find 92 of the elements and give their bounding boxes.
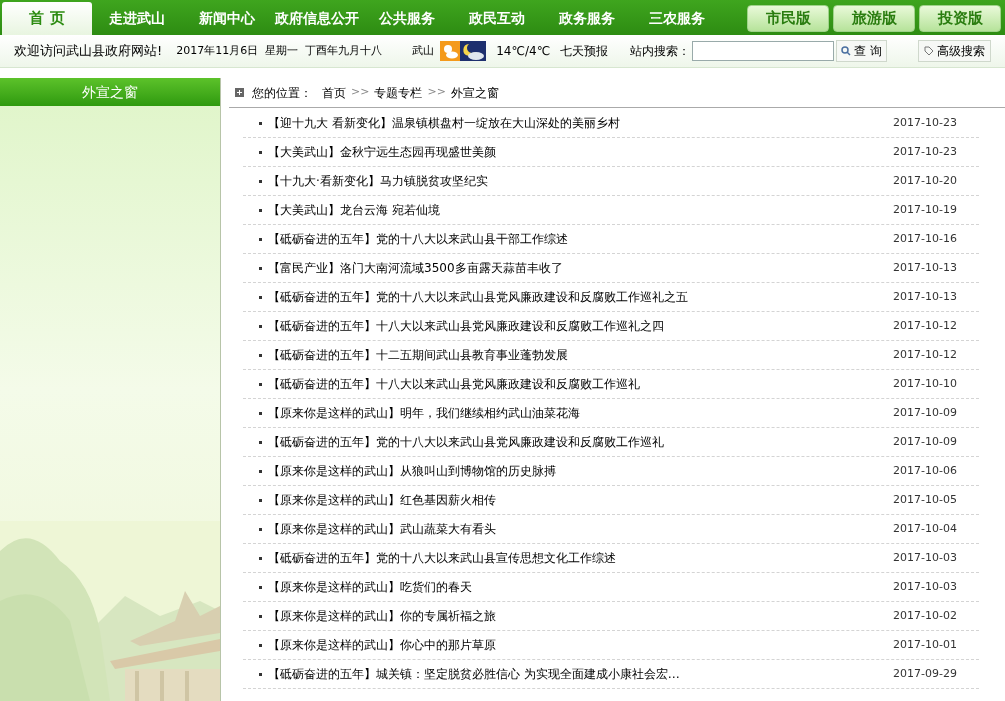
article-link[interactable]: 【原来你是这样的武山】吃货们的春天 [268,578,472,596]
nav-tab[interactable]: 政府信息公开 [272,2,362,35]
article-date: 2017-10-09 [893,433,957,450]
article-link[interactable]: 【富民产业】洛门大南河流域3500多亩露天蒜苗丰收了 [268,259,563,277]
breadcrumb-label: 您的位置： [252,84,312,102]
bullet-icon [259,237,262,241]
article-link[interactable]: 【砥砺奋进的五年】党的十八大以来武山县干部工作综述 [268,230,568,248]
bullet-icon [259,585,262,589]
article-date: 2017-10-03 [893,578,957,595]
version-button[interactable]: 旅游版 [833,5,915,32]
article-link[interactable]: 【砥砺奋进的五年】十八大以来武山县党风廉政建设和反腐败工作巡礼 [268,375,640,393]
partly-sunny-icon [440,41,461,61]
nav-tab[interactable]: 政务服务 [542,2,632,35]
article-date: 2017-10-10 [893,375,957,392]
article-link[interactable]: 【迎十九大 看新变化】温泉镇棋盘村一绽放在大山深处的美丽乡村 [268,114,620,132]
article-link[interactable]: 【原来你是这样的武山】红色基因薪火相传 [268,491,496,509]
bullet-icon [259,556,262,560]
bullet-icon [259,672,262,676]
bullet-icon [259,295,262,299]
article-date: 2017-10-12 [893,346,957,363]
article-link[interactable]: 【十九大·看新变化】马力镇脱贫攻坚纪实 [268,172,488,190]
article-date: 2017-10-19 [893,201,957,218]
article-link[interactable]: 【原来你是这样的武山】你的专属祈福之旅 [268,607,496,625]
breadcrumb-separator: >> [427,84,446,101]
bullet-icon [259,179,262,183]
breadcrumb-link[interactable]: 外宣之窗 [450,83,499,102]
bullet-icon [259,324,262,328]
article-link[interactable]: 【大美武山】龙台云海 宛若仙境 [268,201,440,219]
article-date: 2017-10-23 [893,143,957,160]
forecast-link[interactable]: 七天预报 [560,42,609,60]
nav-tab[interactable]: 政民互动 [452,2,542,35]
nav-tab[interactable]: 首 页 [2,2,92,35]
bullet-icon [259,382,262,386]
bullet-icon [259,411,262,415]
version-button[interactable]: 市民版 [747,5,829,32]
article-link[interactable]: 【原来你是这样的武山】从狼叫山到博物馆的历史脉搏 [268,462,556,480]
bullet-icon [259,469,262,473]
night-cloudy-icon [460,41,487,61]
advanced-search-button[interactable]: 高级搜索 [918,40,991,62]
welcome-text: 欢迎访问武山县政府网站! [14,42,163,61]
article-link[interactable]: 【大美武山】金秋宁远生态园再现盛世美颜 [268,143,496,161]
bullet-icon [259,208,262,212]
nav-tab[interactable]: 公共服务 [362,2,452,35]
search-label: 站内搜索： [630,43,691,60]
article-link[interactable]: 【砥砺奋进的五年】城关镇：坚定脱贫必胜信心 为实现全面建成小康社会宏… [268,665,680,683]
article-date: 2017-10-01 [893,636,957,653]
breadcrumb-separator: >> [351,84,370,101]
bullet-icon [259,121,262,125]
nav-tab[interactable]: 三农服务 [632,2,722,35]
article-date: 2017-10-13 [893,288,957,305]
article-date: 2017-10-12 [893,317,957,334]
article-date: 2017-10-20 [893,172,957,189]
search-icon [841,46,852,56]
article-link[interactable]: 【砥砺奋进的五年】十二五期间武山县教育事业蓬勃发展 [268,346,568,364]
article-date: 2017-10-04 [893,520,957,537]
article-date: 2017-10-23 [893,114,957,131]
tag-icon [924,46,934,56]
bullet-icon [259,440,262,444]
bullet-icon [259,527,262,531]
article-link[interactable]: 【原来你是这样的武山】明年，我们继续相约武山油菜花海 [268,404,580,422]
article-date: 2017-10-06 [893,462,957,479]
search-field[interactable] [692,41,835,61]
article-link[interactable]: 【砥砺奋进的五年】党的十八大以来武山县宣传思想文化工作综述 [268,549,616,567]
article-date: 2017-10-05 [893,491,957,508]
article-date: 2017-10-13 [893,259,957,276]
date-text: 2017年11月6日 星期一 丁酉年九月十八 [176,42,383,59]
article-link[interactable]: 【原来你是这样的武山】你心中的那片草原 [268,636,496,654]
bullet-icon [259,614,262,618]
article-date: 2017-09-29 [893,665,957,682]
city-label: 武山 [412,42,435,59]
nav-tab[interactable]: 走进武山 [92,2,182,35]
breadcrumb-link[interactable]: 专题专栏 [374,83,423,102]
nav-tab[interactable]: 新闻中心 [182,2,272,35]
article-link[interactable]: 【砥砺奋进的五年】十八大以来武山县党风廉政建设和反腐败工作巡礼之四 [268,317,664,335]
article-date: 2017-10-02 [893,607,957,624]
article-date: 2017-10-16 [893,230,957,247]
version-button[interactable]: 投资版 [919,5,1001,32]
article-link[interactable]: 【砥砺奋进的五年】党的十八大以来武山县党风廉政建设和反腐败工作巡礼 [268,433,664,451]
search-button[interactable]: 查 询 [836,40,887,62]
sidebar-title: 外宣之窗 [0,78,220,106]
breadcrumb-link[interactable]: 首页 [322,83,346,102]
plus-square-icon [235,88,244,97]
temperature-text: 14℃/4℃ [496,43,551,60]
bullet-icon [259,498,262,502]
article-date: 2017-10-03 [893,549,957,566]
article-link[interactable]: 【原来你是这样的武山】武山蔬菜大有看头 [268,520,496,538]
bullet-icon [259,266,262,270]
bullet-icon [259,643,262,647]
article-date: 2017-10-09 [893,404,957,421]
bullet-icon [259,353,262,357]
bullet-icon [259,150,262,154]
article-link[interactable]: 【砥砺奋进的五年】党的十八大以来武山县党风廉政建设和反腐败工作巡礼之五 [268,288,688,306]
